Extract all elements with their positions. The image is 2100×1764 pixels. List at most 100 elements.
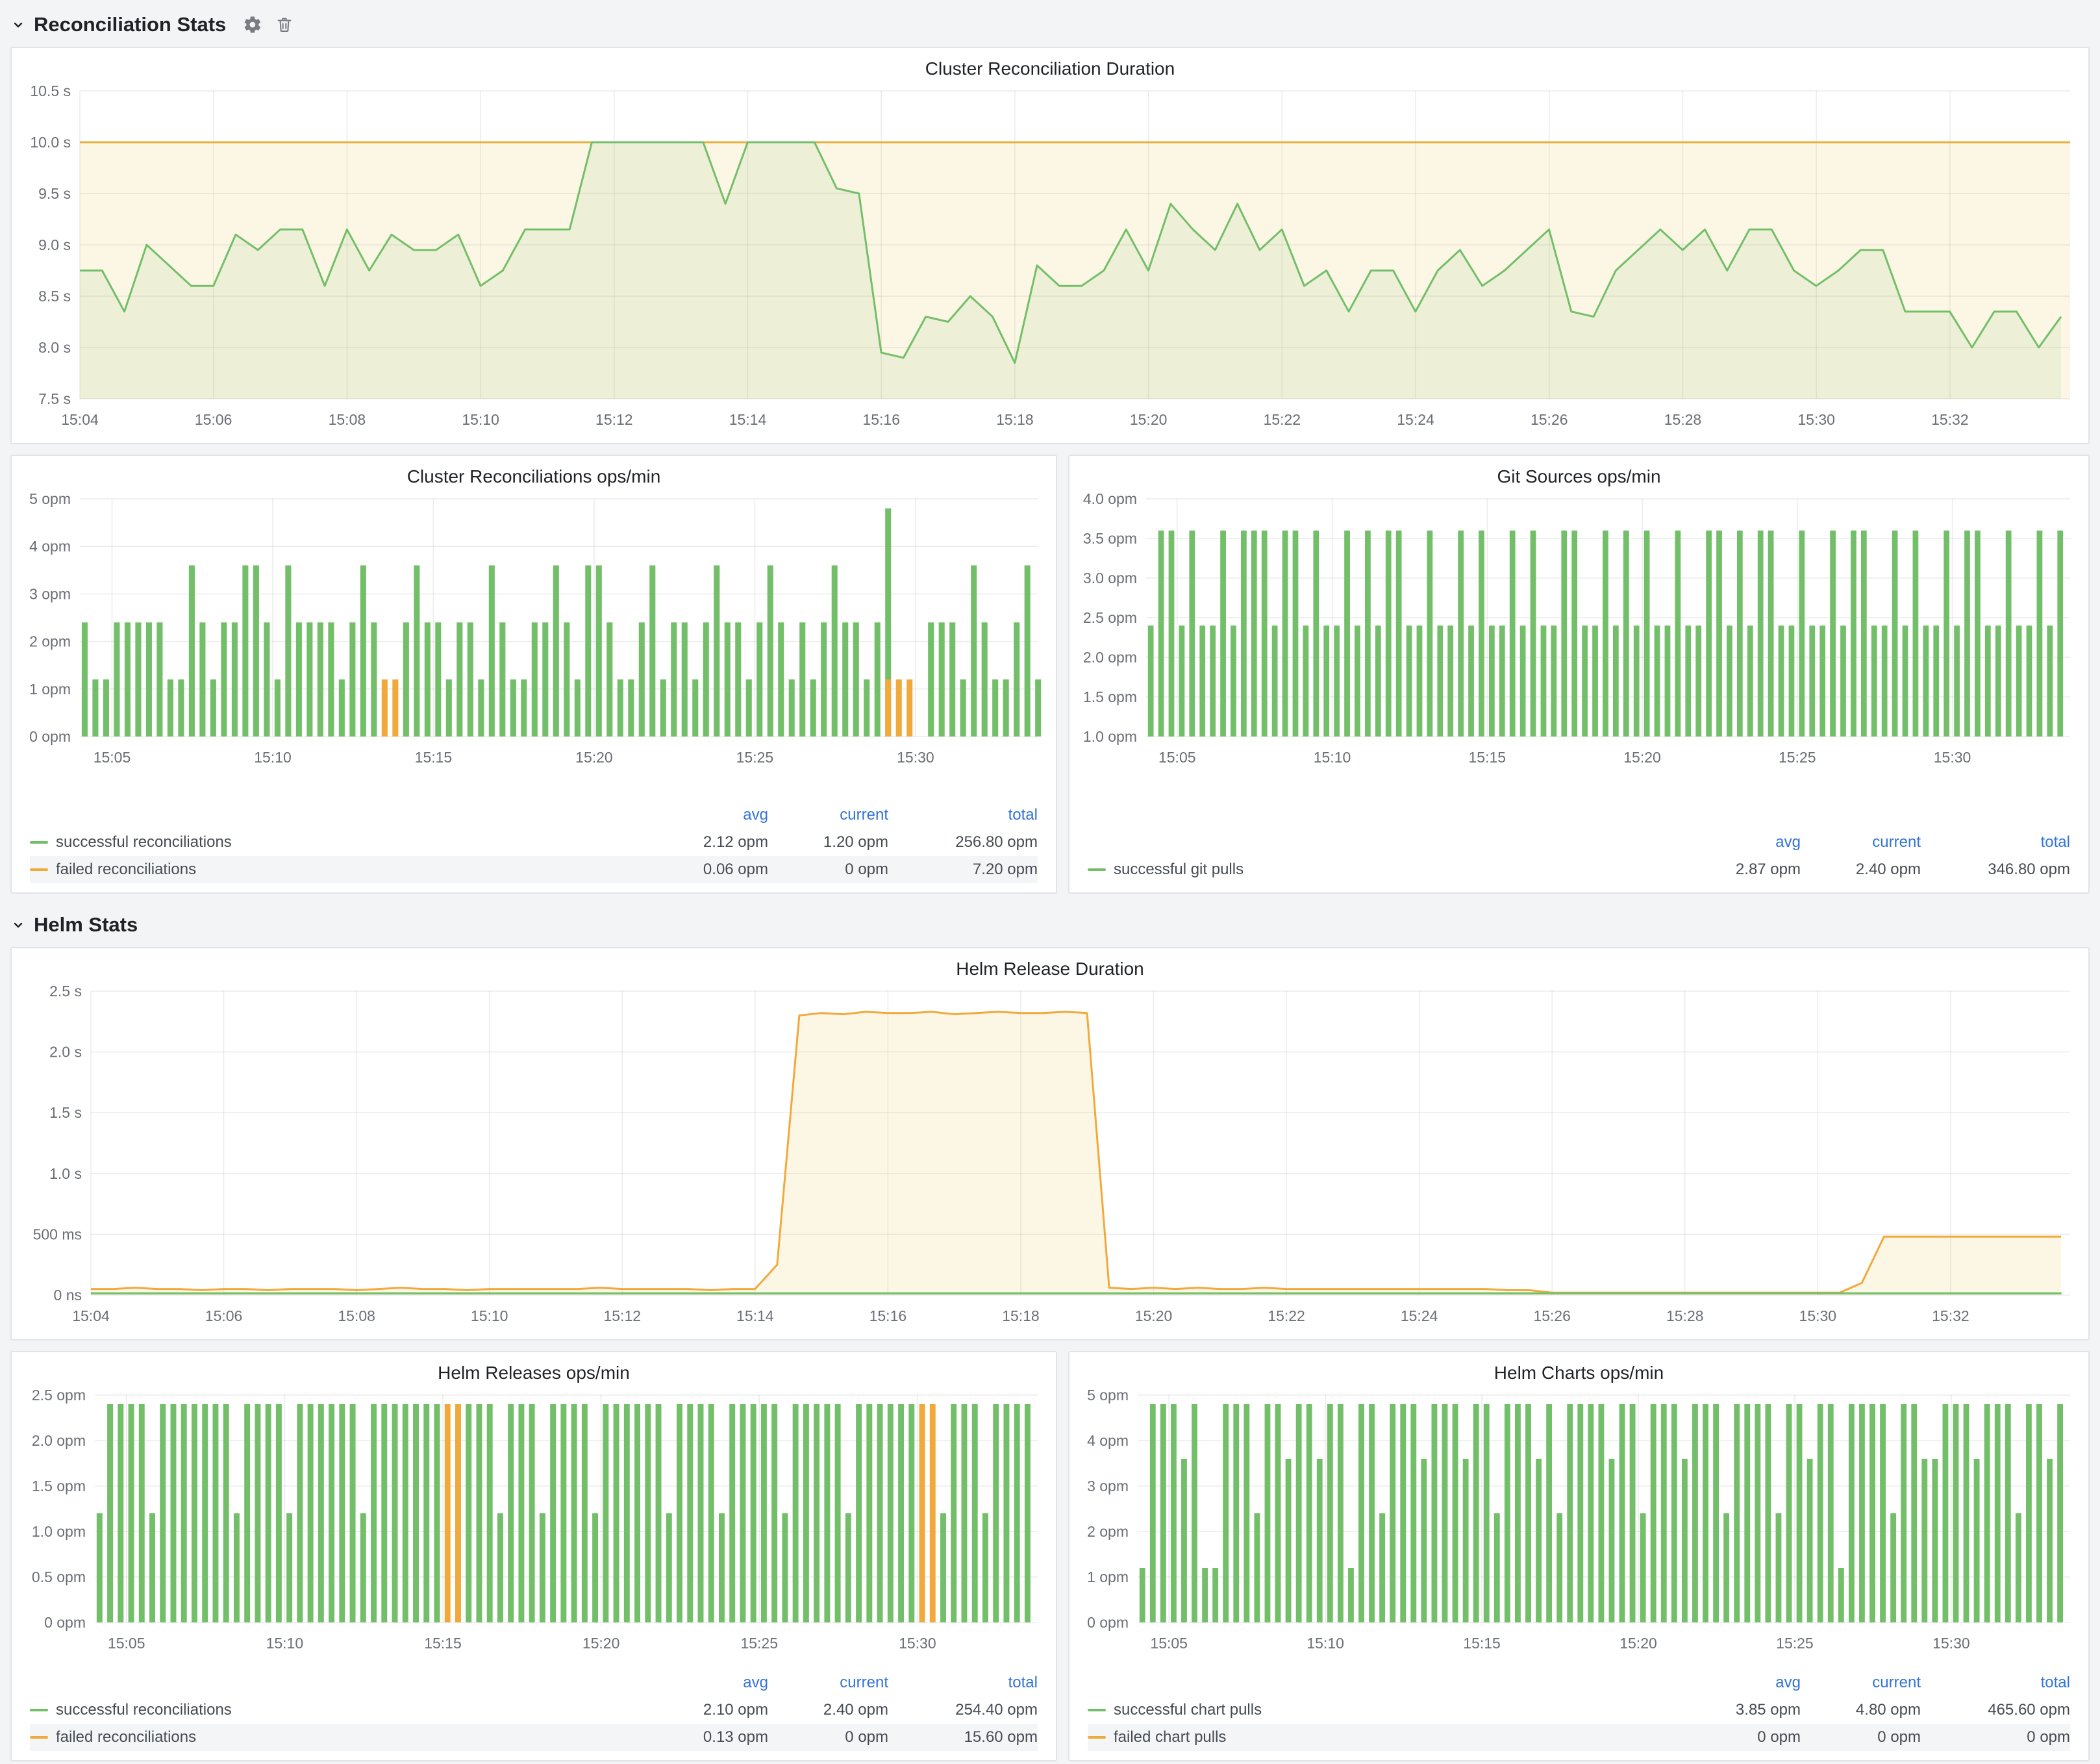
legend-col-current[interactable]: current	[1801, 1674, 1921, 1692]
legend-col-total[interactable]: total	[1921, 1674, 2070, 1692]
svg-text:2.0 opm: 2.0 opm	[1083, 649, 1137, 666]
legend-value-current: 4.80 opm	[1801, 1701, 1921, 1719]
legend-series-toggle[interactable]: successful reconciliations	[30, 833, 619, 851]
legend-value-current: 0 opm	[768, 861, 888, 879]
panel-title-cluster-reconciliations-ops[interactable]: Cluster Reconciliations ops/min	[12, 456, 1056, 490]
legend-col-current[interactable]: current	[768, 1674, 888, 1692]
legend-col-avg[interactable]: avg	[1651, 833, 1801, 851]
svg-text:15:30: 15:30	[1934, 749, 1971, 766]
gear-icon[interactable]	[243, 15, 262, 34]
svg-text:15:20: 15:20	[1619, 1635, 1657, 1652]
panel-title-helm-release-duration[interactable]: Helm Release Duration	[12, 948, 2088, 982]
svg-text:15:15: 15:15	[1463, 1635, 1501, 1652]
svg-text:15:05: 15:05	[1150, 1635, 1188, 1652]
svg-text:15:10: 15:10	[1314, 749, 1351, 766]
svg-text:15:16: 15:16	[862, 411, 900, 428]
legend-series-toggle[interactable]: failed reconciliations	[30, 861, 619, 879]
legend-value-total: 465.60 opm	[1921, 1701, 2070, 1719]
legend-col-avg[interactable]: avg	[619, 806, 768, 824]
svg-text:15:24: 15:24	[1401, 1307, 1438, 1324]
svg-text:9.5 s: 9.5 s	[38, 185, 71, 202]
svg-text:15:15: 15:15	[415, 749, 453, 766]
svg-text:15:22: 15:22	[1264, 411, 1301, 428]
svg-text:15:20: 15:20	[1623, 749, 1661, 766]
helm-charts-ops-chart[interactable]: 0 opm1 opm2 opm3 opm4 opm5 opm15:0515:10…	[1069, 1386, 2088, 1659]
row-header-reconciliation-stats[interactable]: Reconciliation Stats	[10, 8, 2090, 42]
git-sources-ops-chart[interactable]: 1.0 opm1.5 opm2.0 opm2.5 opm3.0 opm3.5 o…	[1069, 490, 2088, 773]
panel-title-cluster-reconciliation-duration[interactable]: Cluster Reconciliation Duration	[12, 48, 2088, 82]
trash-icon[interactable]	[275, 16, 294, 34]
legend-series-toggle[interactable]: failed chart pulls	[1088, 1728, 1651, 1746]
legend-row-failed-reconciliations: failed reconciliations 0.06 opm 0 opm 7.…	[30, 856, 1038, 883]
legend-value-current: 1.20 opm	[768, 833, 888, 851]
svg-text:15:12: 15:12	[603, 1307, 641, 1324]
svg-text:3.5 opm: 3.5 opm	[1083, 530, 1137, 547]
svg-text:15:10: 15:10	[266, 1635, 304, 1652]
svg-text:15:25: 15:25	[1776, 1635, 1814, 1652]
legend-series-toggle[interactable]: successful reconciliations	[30, 1701, 619, 1719]
svg-text:15:20: 15:20	[1130, 411, 1168, 428]
series-color-swatch	[30, 1736, 48, 1739]
legend-col-total[interactable]: total	[888, 806, 1038, 824]
legend-value-avg: 0 opm	[1651, 1728, 1801, 1746]
series-name: successful reconciliations	[56, 833, 232, 851]
legend-value-current: 0 opm	[1801, 1728, 1921, 1746]
legend-value-avg: 2.87 opm	[1651, 861, 1801, 879]
legend-value-total: 346.80 opm	[1921, 861, 2070, 879]
svg-text:15:28: 15:28	[1664, 411, 1702, 428]
legend-row-successful-reconciliations: successful reconciliations 2.10 opm 2.40…	[30, 1696, 1038, 1724]
legend-series-toggle[interactable]: successful chart pulls	[1088, 1701, 1651, 1719]
svg-text:15:14: 15:14	[729, 411, 767, 428]
panel-title-helm-releases-ops[interactable]: Helm Releases ops/min	[12, 1352, 1056, 1386]
series-name: successful reconciliations	[56, 1701, 232, 1719]
legend-col-current[interactable]: current	[1801, 833, 1921, 851]
legend-value-avg: 3.85 opm	[1651, 1701, 1801, 1719]
legend-header-row: avg current total	[30, 801, 1038, 829]
svg-text:15:30: 15:30	[899, 1635, 936, 1652]
legend-series-toggle[interactable]: successful git pulls	[1088, 861, 1651, 879]
svg-text:15:18: 15:18	[996, 411, 1034, 428]
series-name: failed reconciliations	[56, 1728, 196, 1746]
panel-title-git-sources-ops[interactable]: Git Sources ops/min	[1069, 456, 2088, 490]
cluster-reconciliations-ops-chart[interactable]: 0 opm1 opm2 opm3 opm4 opm5 opm15:0515:10…	[12, 490, 1056, 773]
svg-text:5 opm: 5 opm	[29, 490, 71, 507]
legend-col-total[interactable]: total	[1921, 833, 2070, 851]
svg-text:3 opm: 3 opm	[1087, 1478, 1129, 1494]
legend-value-total: 256.80 opm	[888, 833, 1038, 851]
row-header-helm-stats[interactable]: Helm Stats	[10, 908, 2090, 942]
svg-text:15:28: 15:28	[1666, 1307, 1704, 1324]
legend-value-avg: 0.13 opm	[619, 1728, 768, 1746]
svg-text:500 ms: 500 ms	[33, 1226, 82, 1242]
svg-text:15:04: 15:04	[61, 411, 99, 428]
legend-value-avg: 0.06 opm	[619, 861, 768, 879]
svg-text:15:15: 15:15	[424, 1635, 462, 1652]
legend-value-current: 2.40 opm	[768, 1701, 888, 1719]
chevron-down-icon[interactable]	[10, 17, 26, 32]
svg-text:15:18: 15:18	[1002, 1307, 1040, 1324]
series-color-swatch	[30, 841, 48, 844]
svg-text:0.5 opm: 0.5 opm	[32, 1569, 86, 1585]
panel-title-helm-charts-ops[interactable]: Helm Charts ops/min	[1069, 1352, 2088, 1386]
legend-value-total: 254.40 opm	[888, 1701, 1038, 1719]
svg-text:1.5 s: 1.5 s	[49, 1104, 82, 1121]
legend-col-current[interactable]: current	[768, 806, 888, 824]
svg-text:15:25: 15:25	[1779, 749, 1816, 766]
svg-text:15:25: 15:25	[740, 1635, 778, 1652]
legend-helm-releases: avg current total successful reconciliat…	[12, 1667, 1056, 1760]
helm-release-duration-chart[interactable]: 0 ns500 ms1.0 s1.5 s2.0 s2.5 s15:0415:06…	[12, 982, 2088, 1331]
svg-text:15:08: 15:08	[338, 1307, 375, 1324]
chevron-down-icon[interactable]	[10, 917, 26, 933]
legend-col-total[interactable]: total	[888, 1674, 1038, 1692]
legend-col-avg[interactable]: avg	[619, 1674, 768, 1692]
legend-header-row: avg current total	[1088, 829, 2070, 856]
dashboard: Reconciliation Stats Cluster Reconciliat…	[0, 0, 2100, 1761]
legend-series-toggle[interactable]: failed reconciliations	[30, 1728, 619, 1746]
legend-col-avg[interactable]: avg	[1651, 1674, 1801, 1692]
svg-text:1.0 s: 1.0 s	[49, 1165, 82, 1182]
svg-text:15:22: 15:22	[1268, 1307, 1305, 1324]
svg-text:15:16: 15:16	[869, 1307, 907, 1324]
legend-value-total: 15.60 opm	[888, 1728, 1038, 1746]
helm-releases-ops-chart[interactable]: 0 opm0.5 opm1.0 opm1.5 opm2.0 opm2.5 opm…	[12, 1386, 1056, 1659]
series-color-swatch	[1088, 868, 1106, 871]
cluster-reconciliation-duration-chart[interactable]: 7.5 s8.0 s8.5 s9.0 s9.5 s10.0 s10.5 s15:…	[12, 82, 2088, 435]
